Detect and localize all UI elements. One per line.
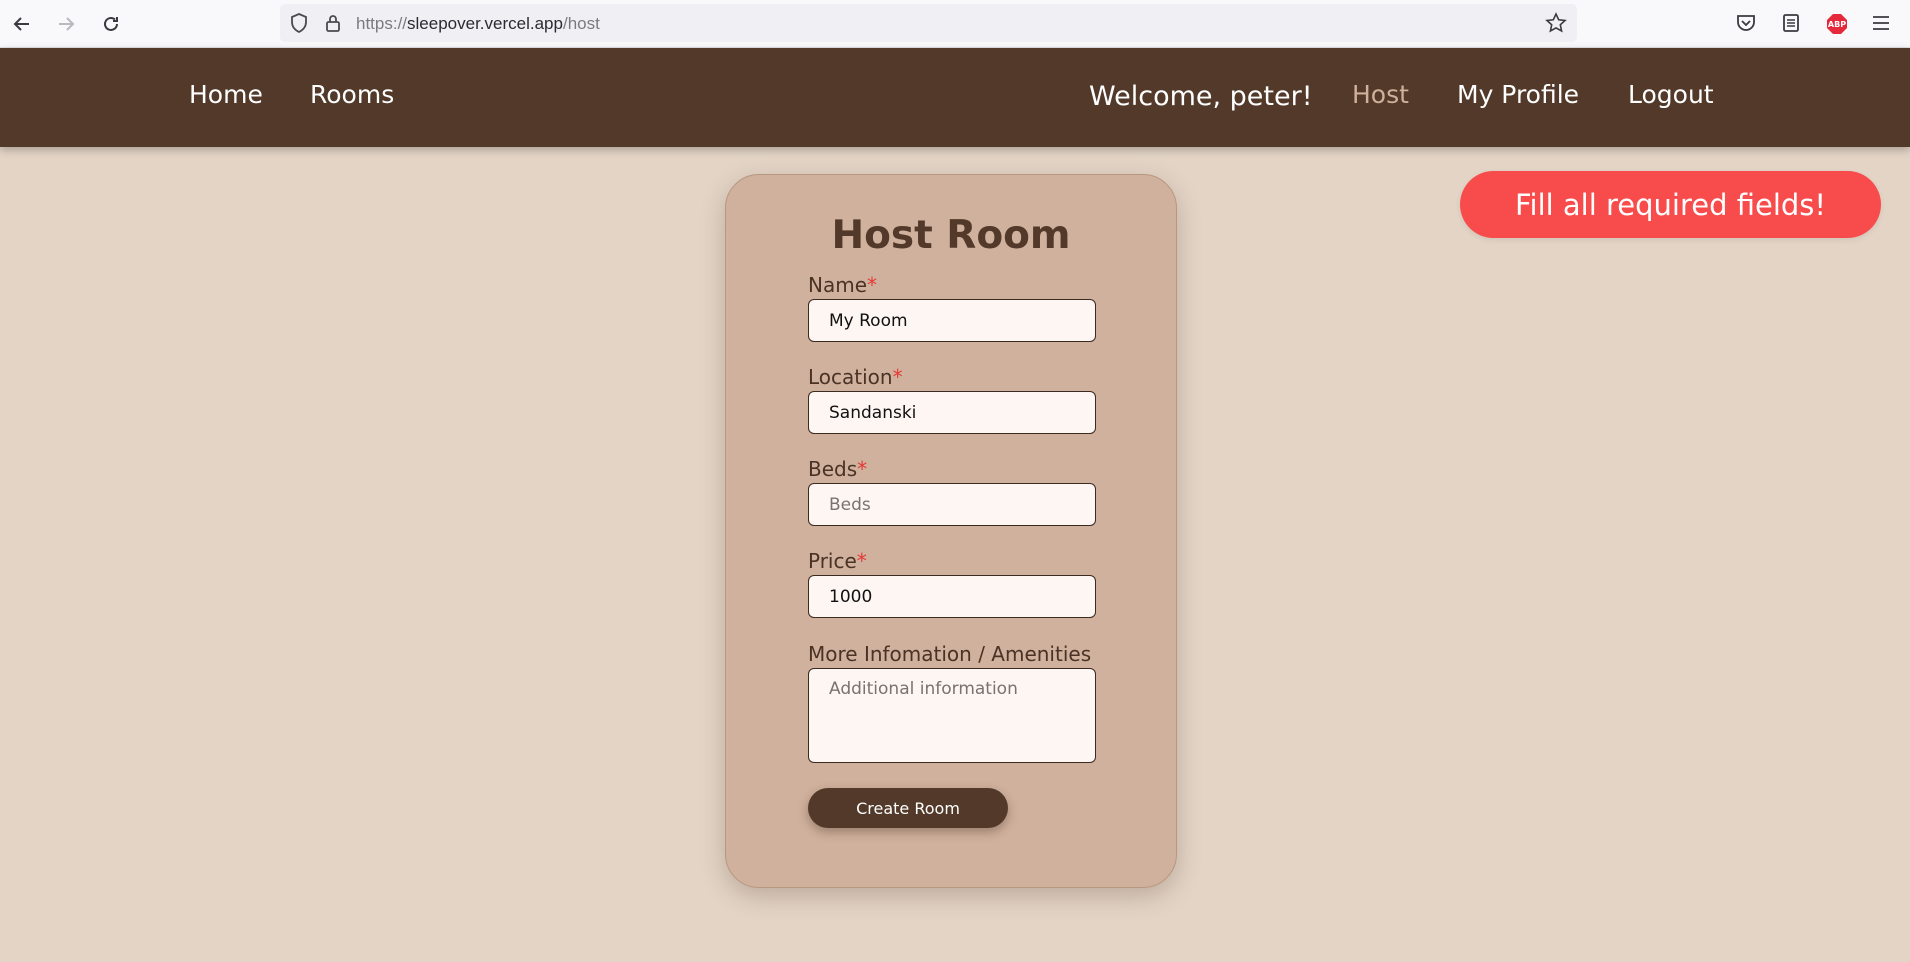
pocket-icon[interactable] bbox=[1735, 12, 1759, 36]
name-input[interactable] bbox=[808, 299, 1096, 342]
nav-host-link[interactable]: Host bbox=[1352, 80, 1409, 109]
url-host: sleepover.vercel.app bbox=[407, 14, 563, 33]
bookmark-star-icon[interactable] bbox=[1545, 12, 1567, 34]
price-label-text: Price bbox=[808, 549, 857, 573]
info-textarea[interactable] bbox=[808, 668, 1096, 763]
beds-label: Beds* bbox=[808, 457, 867, 481]
info-label: More Infomation / Amenities bbox=[808, 642, 1092, 666]
nav-home-link[interactable]: Home bbox=[189, 80, 263, 109]
reader-list-icon[interactable] bbox=[1780, 12, 1804, 36]
nav-rooms-link[interactable]: Rooms bbox=[310, 80, 394, 109]
error-toast[interactable]: Fill all required fields! bbox=[1460, 171, 1881, 238]
address-bar[interactable]: https://sleepover.vercel.app/host bbox=[280, 4, 1577, 42]
browser-toolbar: https://sleepover.vercel.app/host ABP bbox=[0, 0, 1910, 48]
url-scheme: https:// bbox=[356, 14, 408, 33]
beds-input[interactable] bbox=[808, 483, 1096, 526]
name-label: Name* bbox=[808, 273, 877, 297]
location-input[interactable] bbox=[808, 391, 1096, 434]
forward-icon[interactable] bbox=[52, 10, 80, 38]
reload-icon[interactable] bbox=[97, 10, 125, 38]
location-label-text: Location bbox=[808, 365, 893, 389]
location-label: Location* bbox=[808, 365, 903, 389]
create-room-button[interactable]: Create Room bbox=[808, 788, 1008, 828]
url-path: /host bbox=[562, 14, 600, 33]
required-marker: * bbox=[892, 365, 903, 389]
svg-text:ABP: ABP bbox=[1828, 20, 1846, 29]
required-marker: * bbox=[857, 457, 868, 481]
welcome-message: Welcome, peter! bbox=[1089, 81, 1313, 112]
host-room-form: Host Room Name* Location* Beds* Price* M… bbox=[725, 174, 1177, 888]
form-title: Host Room bbox=[831, 213, 1071, 258]
price-input[interactable] bbox=[808, 575, 1096, 618]
adblock-icon[interactable]: ABP bbox=[1825, 12, 1849, 36]
back-icon[interactable] bbox=[8, 10, 36, 38]
nav-profile-link[interactable]: My Profile bbox=[1457, 80, 1579, 109]
price-label: Price* bbox=[808, 549, 867, 573]
lock-icon[interactable] bbox=[322, 12, 344, 34]
required-marker: * bbox=[867, 273, 878, 297]
nav-logout-link[interactable]: Logout bbox=[1628, 80, 1714, 109]
required-marker: * bbox=[856, 549, 867, 573]
menu-icon[interactable] bbox=[1870, 12, 1894, 36]
beds-label-text: Beds bbox=[808, 457, 858, 481]
main-navbar: Home Rooms Welcome, peter! Host My Profi… bbox=[0, 48, 1910, 147]
url-text[interactable]: https://sleepover.vercel.app/host bbox=[356, 14, 600, 34]
name-label-text: Name bbox=[808, 273, 868, 297]
shield-icon[interactable] bbox=[288, 12, 310, 34]
